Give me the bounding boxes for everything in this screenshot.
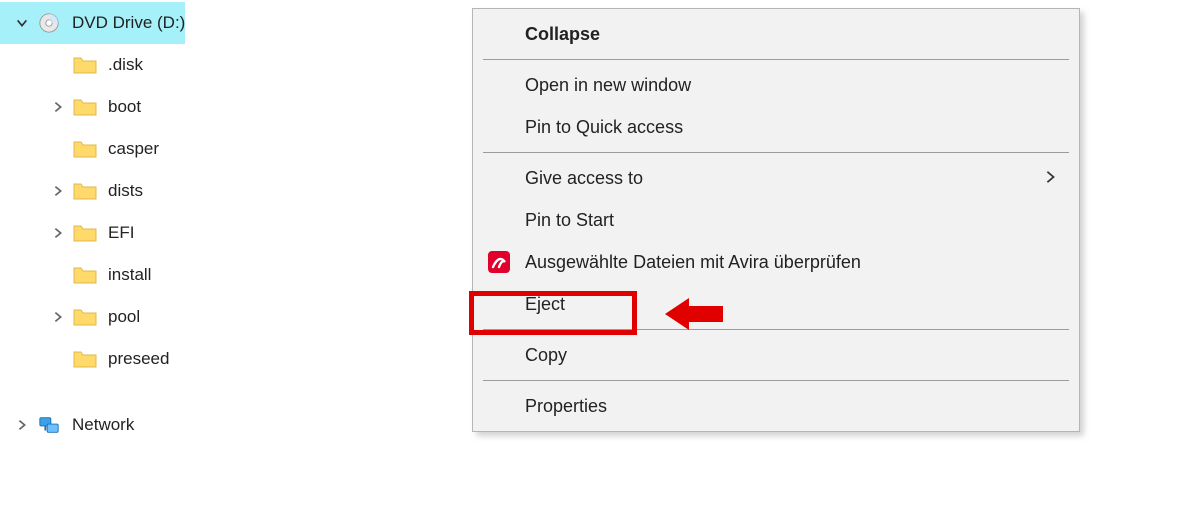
chevron-right-icon[interactable] <box>44 100 72 114</box>
menu-item-label: Open in new window <box>525 75 691 96</box>
menu-separator <box>483 152 1069 153</box>
folder-icon <box>72 136 98 162</box>
menu-item-pin-to-start[interactable]: Pin to Start <box>473 199 1079 241</box>
context-menu: Collapse Open in new window Pin to Quick… <box>472 8 1080 432</box>
menu-item-label: Eject <box>525 294 565 315</box>
folder-icon <box>72 178 98 204</box>
menu-separator <box>483 380 1069 381</box>
tree-item-label: install <box>108 265 151 285</box>
avira-icon <box>487 250 511 274</box>
chevron-down-icon[interactable] <box>8 16 36 30</box>
chevron-right-icon[interactable] <box>44 226 72 240</box>
menu-separator <box>483 329 1069 330</box>
chevron-right-icon <box>1043 168 1057 189</box>
menu-item-copy[interactable]: Copy <box>473 334 1079 376</box>
folder-icon <box>72 346 98 372</box>
tree-item-label: DVD Drive (D:) <box>72 13 185 33</box>
folder-icon <box>72 52 98 78</box>
menu-item-collapse[interactable]: Collapse <box>473 13 1079 55</box>
menu-item-open-new-window[interactable]: Open in new window <box>473 64 1079 106</box>
disc-drive-icon <box>36 10 62 36</box>
menu-item-label: Pin to Start <box>525 210 614 231</box>
menu-item-label: Copy <box>525 345 567 366</box>
tree-item-label: pool <box>108 307 140 327</box>
menu-item-pin-quick-access[interactable]: Pin to Quick access <box>473 106 1079 148</box>
tree-item-label: casper <box>108 139 159 159</box>
menu-item-label: Pin to Quick access <box>525 117 683 138</box>
tree-item-label: preseed <box>108 349 169 369</box>
chevron-right-icon[interactable] <box>44 310 72 324</box>
tree-item-label: boot <box>108 97 141 117</box>
menu-item-avira-scan[interactable]: Ausgewählte Dateien mit Avira überprüfen <box>473 241 1079 283</box>
menu-item-eject[interactable]: Eject <box>473 283 1079 325</box>
menu-item-label: Properties <box>525 396 607 417</box>
menu-item-give-access-to[interactable]: Give access to <box>473 157 1079 199</box>
tree-item-label: Network <box>72 415 134 435</box>
menu-item-label: Give access to <box>525 168 643 189</box>
menu-item-label: Ausgewählte Dateien mit Avira überprüfen <box>525 252 861 273</box>
tree-item-label: .disk <box>108 55 143 75</box>
menu-separator <box>483 59 1069 60</box>
tree-item-label: dists <box>108 181 143 201</box>
chevron-right-icon[interactable] <box>8 418 36 432</box>
chevron-right-icon[interactable] <box>44 184 72 198</box>
menu-item-label: Collapse <box>525 24 600 45</box>
folder-icon <box>72 94 98 120</box>
folder-icon <box>72 262 98 288</box>
folder-icon <box>72 304 98 330</box>
folder-icon <box>72 220 98 246</box>
network-icon <box>36 412 62 438</box>
menu-item-properties[interactable]: Properties <box>473 385 1079 427</box>
tree-item-label: EFI <box>108 223 134 243</box>
